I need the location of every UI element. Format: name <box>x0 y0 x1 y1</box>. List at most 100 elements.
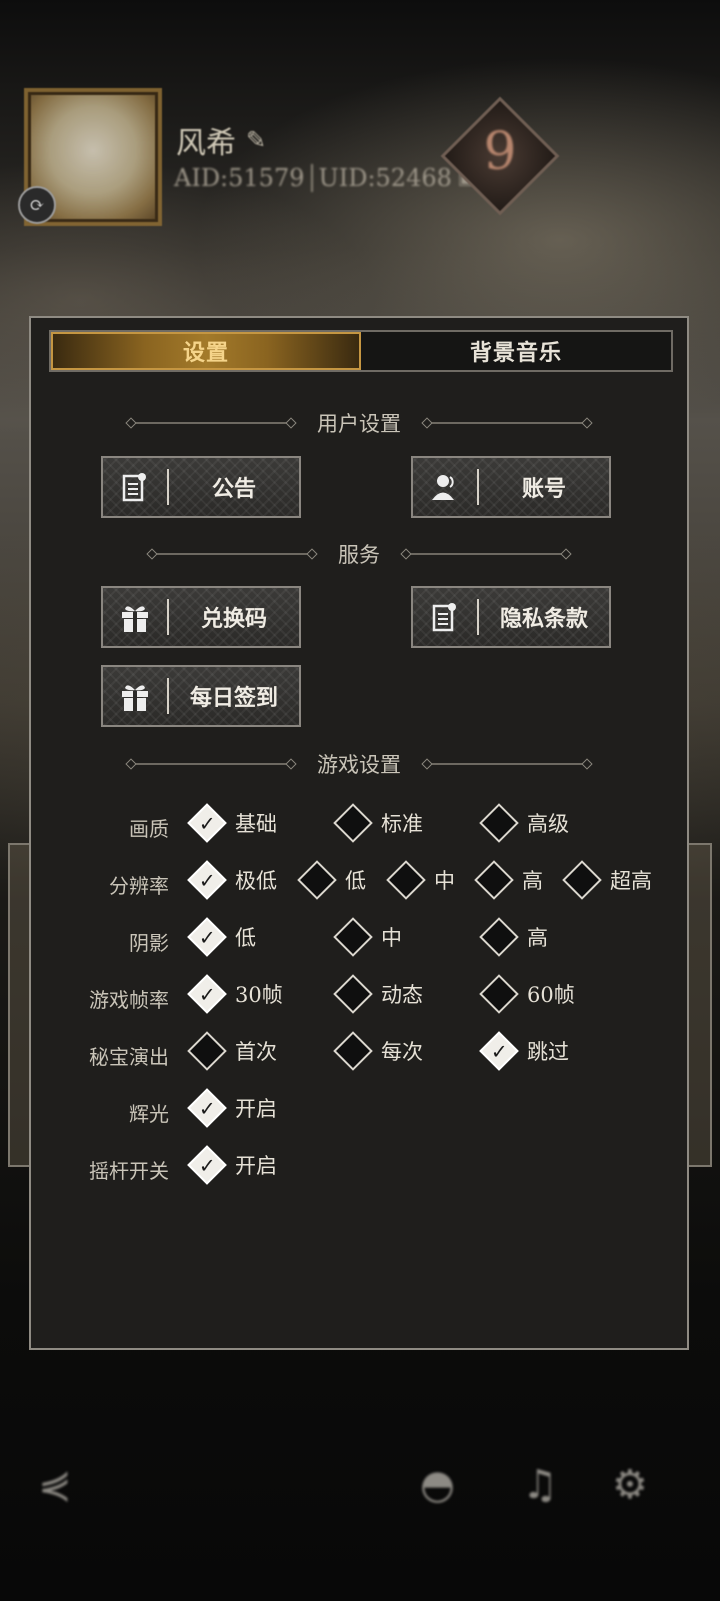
diamond-icon <box>333 803 373 843</box>
daily-checkin-label: 每日签到 <box>189 685 278 711</box>
redeem-code-button[interactable]: 兑换码 <box>101 586 301 648</box>
section-user-settings: 用户设置 <box>31 408 687 438</box>
setting-label-resolution: 分辨率 <box>109 874 169 898</box>
check-icon: ✓ <box>187 803 227 843</box>
id-separator <box>310 164 313 192</box>
option-resolution-very-low[interactable]: ✓ 极低 <box>187 860 277 900</box>
daily-checkin-button[interactable]: 每日签到 <box>101 665 301 727</box>
section-title: 游戏设置 <box>317 753 401 777</box>
diamond-icon <box>386 860 426 900</box>
setting-label-joystick: 摇杆开关 <box>89 1159 169 1183</box>
option-label: 动态 <box>381 983 423 1007</box>
diamond-icon <box>333 974 373 1014</box>
option-label: 开启 <box>235 1154 277 1178</box>
document-icon <box>413 602 477 632</box>
settings-gear-icon[interactable]: ⚙ <box>612 1462 648 1508</box>
option-glow-on[interactable]: ✓ 开启 <box>187 1088 277 1128</box>
section-divider <box>427 763 587 765</box>
setting-label-glow: 辉光 <box>129 1102 169 1126</box>
check-icon: ✓ <box>187 1145 227 1185</box>
setting-label-framerate: 游戏帧率 <box>89 988 169 1012</box>
section-divider <box>131 422 291 424</box>
tab-settings[interactable]: 设置 <box>51 332 361 370</box>
back-icon[interactable]: ⋞ <box>38 1462 72 1508</box>
check-icon: ✓ <box>479 1031 519 1071</box>
option-treasure-skip[interactable]: ✓ 跳过 <box>479 1031 569 1071</box>
option-label: 高 <box>527 926 548 950</box>
account-button[interactable]: 账号 <box>411 456 611 518</box>
edit-icon[interactable]: ✎ <box>246 126 266 154</box>
diamond-icon <box>479 974 519 1014</box>
settings-panel: 设置 背景音乐 用户设置 公告 账号 服务 兑换码 隐私条款 每日签到 游戏设置… <box>29 316 689 1350</box>
option-shadow-medium[interactable]: 中 <box>333 917 402 957</box>
setting-label-treasure-show: 秘宝演出 <box>89 1045 169 1069</box>
player-ids: AID:51579 UID:52468 ▣ <box>174 164 473 192</box>
option-shadow-low[interactable]: ✓ 低 <box>187 917 256 957</box>
option-shadow-high[interactable]: 高 <box>479 917 548 957</box>
option-resolution-high[interactable]: 高 <box>474 860 543 900</box>
tab-background-music[interactable]: 背景音乐 <box>361 332 671 370</box>
option-label: 首次 <box>235 1040 277 1064</box>
section-divider <box>406 553 566 555</box>
section-service: 服务 <box>31 539 687 569</box>
option-label: 高 <box>522 869 543 893</box>
option-treasure-every[interactable]: 每次 <box>333 1031 423 1071</box>
section-divider <box>152 553 312 555</box>
option-label: 低 <box>345 869 366 893</box>
option-label: 中 <box>381 926 402 950</box>
option-framerate-60[interactable]: 60帧 <box>479 974 575 1014</box>
music-icon[interactable]: ♫ <box>522 1462 558 1508</box>
setting-label-shadow: 阴影 <box>129 931 169 955</box>
diamond-icon <box>297 860 337 900</box>
diamond-icon <box>562 860 602 900</box>
option-label: 开启 <box>235 1097 277 1121</box>
option-label: 基础 <box>235 812 277 836</box>
diamond-icon <box>474 860 514 900</box>
gift-icon <box>103 680 167 712</box>
redeem-code-label: 兑换码 <box>200 606 267 632</box>
option-label: 极低 <box>235 869 277 893</box>
section-divider <box>427 422 587 424</box>
player-name: 风希 ✎ <box>176 118 266 162</box>
account-label: 账号 <box>521 476 566 502</box>
diamond-icon <box>333 917 373 957</box>
user-icon <box>413 473 477 501</box>
check-icon: ✓ <box>187 974 227 1014</box>
privacy-terms-label: 隐私条款 <box>499 606 588 632</box>
refresh-icon[interactable]: ⟳ <box>18 186 56 224</box>
crest-icon[interactable]: ◓ <box>420 1462 455 1508</box>
diamond-icon <box>187 1031 227 1071</box>
option-quality-standard[interactable]: 标准 <box>333 803 423 843</box>
uid-text: UID:52468 <box>318 164 452 192</box>
check-icon: ✓ <box>187 917 227 957</box>
notice-label: 公告 <box>211 476 256 502</box>
option-quality-basic[interactable]: ✓ 基础 <box>187 803 277 843</box>
option-resolution-medium[interactable]: 中 <box>386 860 455 900</box>
option-treasure-first[interactable]: 首次 <box>187 1031 277 1071</box>
level-number: 9 <box>483 122 517 182</box>
option-label: 低 <box>235 926 256 950</box>
option-label: 超高 <box>610 869 652 893</box>
section-game-settings: 游戏设置 <box>31 749 687 779</box>
check-icon: ✓ <box>187 860 227 900</box>
option-label: 每次 <box>381 1040 423 1064</box>
diamond-icon <box>479 803 519 843</box>
option-label: 60帧 <box>527 983 575 1007</box>
option-framerate-30[interactable]: ✓ 30帧 <box>187 974 283 1014</box>
option-label: 30帧 <box>235 983 283 1007</box>
notice-button[interactable]: 公告 <box>101 456 301 518</box>
document-icon <box>103 472 167 502</box>
option-quality-high[interactable]: 高级 <box>479 803 569 843</box>
player-name-text: 风希 <box>176 126 236 161</box>
privacy-terms-button[interactable]: 隐私条款 <box>411 586 611 648</box>
option-framerate-dynamic[interactable]: 动态 <box>333 974 423 1014</box>
option-label: 中 <box>434 869 455 893</box>
option-joystick-on[interactable]: ✓ 开启 <box>187 1145 277 1185</box>
option-label: 高级 <box>527 812 569 836</box>
check-icon: ✓ <box>187 1088 227 1128</box>
section-divider <box>131 763 291 765</box>
option-resolution-low[interactable]: 低 <box>297 860 366 900</box>
option-resolution-ultra[interactable]: 超高 <box>562 860 652 900</box>
setting-label-quality: 画质 <box>129 817 169 841</box>
aid-text: AID:51579 <box>174 164 305 192</box>
